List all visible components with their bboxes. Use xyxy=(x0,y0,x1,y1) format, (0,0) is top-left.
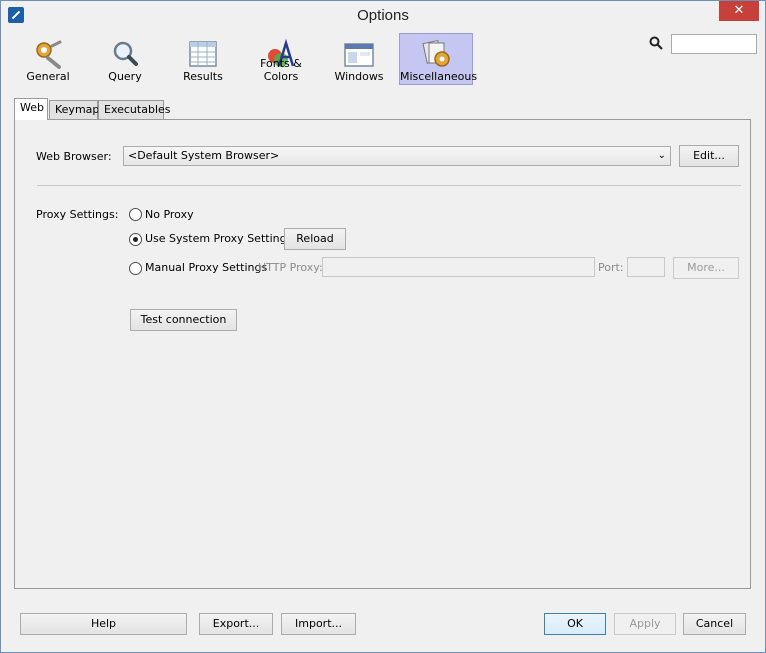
gears-icon xyxy=(36,40,62,69)
title-bar: Options ✕ xyxy=(1,1,765,31)
test-connection-button[interactable]: Test connection xyxy=(130,309,237,331)
http-proxy-label: HTTP Proxy: xyxy=(258,261,323,274)
system-proxy-radio[interactable] xyxy=(129,233,142,246)
manual-proxy-radio[interactable] xyxy=(129,262,142,275)
port-input[interactable] xyxy=(627,257,665,277)
help-button[interactable]: Help xyxy=(20,613,187,635)
category-query[interactable]: Query xyxy=(88,33,162,85)
category-results-label: Results xyxy=(183,70,223,83)
http-proxy-input[interactable] xyxy=(322,257,595,277)
reload-button[interactable]: Reload xyxy=(284,228,346,250)
manual-proxy-label: Manual Proxy Settings xyxy=(145,261,268,274)
tab-executables[interactable]: Executables xyxy=(98,100,171,120)
category-fonts-colors-label: Fonts & Colors xyxy=(260,57,302,83)
edit-browser-button[interactable]: Edit... xyxy=(679,145,739,167)
more-button[interactable]: More... xyxy=(673,257,739,279)
category-query-label: Query xyxy=(108,70,142,83)
close-button[interactable]: ✕ xyxy=(719,1,759,21)
import-button[interactable]: Import... xyxy=(281,613,356,635)
category-results[interactable]: Results xyxy=(166,33,240,85)
close-icon: ✕ xyxy=(733,3,745,18)
ok-button[interactable]: OK xyxy=(544,613,606,635)
chevron-down-icon: ⌄ xyxy=(657,150,666,161)
miscellaneous-icon xyxy=(422,39,450,67)
web-browser-label: Web Browser: xyxy=(36,150,112,163)
category-general-label: General xyxy=(26,70,70,83)
tab-web-label: Web xyxy=(20,101,44,114)
search-icon xyxy=(649,36,663,50)
category-fonts-colors[interactable]: Fonts & Colors xyxy=(244,33,318,85)
search-input[interactable] xyxy=(671,34,757,54)
no-proxy-radio[interactable] xyxy=(129,208,142,221)
grid-icon xyxy=(189,41,217,67)
port-label: Port: xyxy=(598,261,624,274)
system-proxy-label: Use System Proxy Settings xyxy=(145,232,293,245)
windows-icon xyxy=(344,43,374,67)
magnifier-icon xyxy=(113,41,138,66)
window-title: Options xyxy=(357,7,409,24)
dialog-footer: Help Export... Import... OK Apply Cancel xyxy=(1,601,765,651)
web-browser-select[interactable]: <Default System Browser> ⌄ xyxy=(123,146,671,166)
category-miscellaneous-label: Miscellaneous xyxy=(400,70,478,83)
category-windows[interactable]: Windows xyxy=(322,33,396,85)
tab-keymap-label: Keymap xyxy=(55,103,100,116)
category-miscellaneous[interactable]: Miscellaneous xyxy=(399,33,478,85)
apply-button[interactable]: Apply xyxy=(614,613,676,635)
section-divider xyxy=(37,185,741,186)
cancel-button[interactable]: Cancel xyxy=(683,613,746,635)
category-windows-label: Windows xyxy=(334,70,384,83)
category-general[interactable]: General xyxy=(11,33,85,85)
no-proxy-label: No Proxy xyxy=(145,208,194,221)
web-browser-value: <Default System Browser> xyxy=(128,149,280,162)
options-window: Options ✕ General Query Results Fonts & … xyxy=(0,0,766,653)
tab-web[interactable]: Web xyxy=(14,98,48,120)
category-toolbar: General Query Results Fonts & Colors Win… xyxy=(7,31,759,87)
web-settings-panel: Web Browser: <Default System Browser> ⌄ … xyxy=(14,119,751,589)
proxy-settings-label: Proxy Settings: xyxy=(36,208,119,221)
tab-executables-label: Executables xyxy=(104,103,171,116)
tab-keymap[interactable]: Keymap xyxy=(49,100,100,120)
export-button[interactable]: Export... xyxy=(199,613,273,635)
